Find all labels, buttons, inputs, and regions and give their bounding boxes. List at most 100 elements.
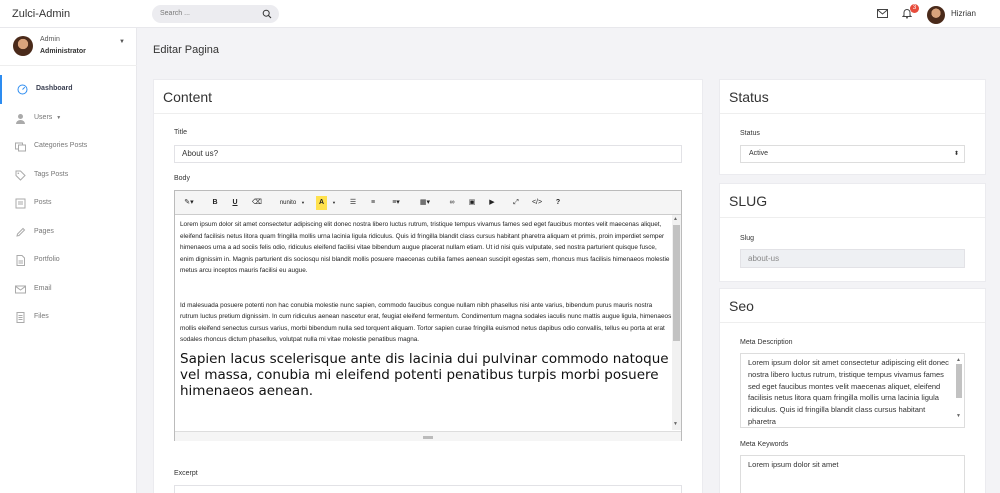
editor-paragraph: Id malesuada posuere potenti non hac con… xyxy=(180,301,672,344)
select-arrows-icon: ⬍ xyxy=(953,151,959,157)
slug-label: Slug xyxy=(740,235,755,242)
app-title[interactable]: Zulci-Admin xyxy=(0,0,137,28)
user-name[interactable]: Hizrian xyxy=(951,0,976,28)
editor-scrollbar[interactable]: ▲ ▼ xyxy=(672,215,681,430)
sidebar-item-label: Pages xyxy=(34,227,54,235)
sidebar-item-label: Posts xyxy=(34,199,52,206)
meta-description-text: Lorem ipsum dolor sit amet consectetur a… xyxy=(748,358,949,426)
excerpt-input[interactable] xyxy=(174,485,682,493)
editor-spacer xyxy=(180,277,672,300)
bold-button[interactable]: B xyxy=(210,196,220,210)
slug-heading: SLUG xyxy=(720,184,985,218)
chevron-down-icon[interactable]: ▼ xyxy=(119,39,125,45)
caret-down-icon: ▼ xyxy=(56,114,62,121)
seo-heading: Seo xyxy=(720,289,985,323)
user-profile[interactable]: Admin Administrator ▼ xyxy=(0,28,137,66)
search-input[interactable]: Search ... xyxy=(152,5,279,23)
status-value: Active xyxy=(749,150,769,157)
search-icon[interactable] xyxy=(262,9,272,19)
dashboard-icon xyxy=(17,84,28,95)
profile-name: Admin xyxy=(40,36,60,43)
sidebar-item-label: Files xyxy=(34,313,49,320)
magic-wand-icon[interactable]: ✎▾ xyxy=(182,196,196,210)
sidebar-item-label: Tags Posts xyxy=(34,170,69,178)
editor-toolbar: ✎▾ B U ⌫ nunito ▼ A ▼ ☰ ≡ ≡▾ ▦▾ ∞ ▣ ▶ ⤢ … xyxy=(175,191,681,215)
ordered-list-icon[interactable]: ≡ xyxy=(368,196,378,210)
notification-badge: 3 xyxy=(910,4,919,13)
pencil-icon xyxy=(15,227,26,238)
avatar[interactable] xyxy=(927,6,945,24)
sidebar-item-portfolio[interactable]: Portfolio xyxy=(0,246,137,275)
sidebar-item-label: Email xyxy=(34,284,52,292)
sidebar-item-users[interactable]: Users ▼ xyxy=(0,104,137,133)
search-placeholder: Search ... xyxy=(160,10,190,17)
mail-icon xyxy=(15,284,26,295)
font-family-select[interactable]: nunito xyxy=(273,196,303,210)
categories-icon xyxy=(15,141,26,152)
sidebar-item-label: Users xyxy=(34,113,53,121)
page-title: Editar Pagina xyxy=(153,44,220,56)
file-icon xyxy=(15,255,26,266)
align-icon[interactable]: ≡▾ xyxy=(388,196,404,210)
help-icon[interactable]: ? xyxy=(553,196,563,210)
content-heading: Content xyxy=(154,80,702,114)
underline-button[interactable]: U xyxy=(230,196,240,210)
scroll-up-icon[interactable]: ▲ xyxy=(673,216,678,222)
eraser-icon[interactable]: ⌫ xyxy=(252,196,262,210)
status-heading: Status xyxy=(720,80,985,114)
meta-description-textarea[interactable]: Lorem ipsum dolor sit amet consectetur a… xyxy=(740,353,965,428)
scrollbar-thumb[interactable] xyxy=(673,225,680,341)
excerpt-label: Excerpt xyxy=(174,470,198,477)
sidebar-item-categories-posts[interactable]: Categories Posts xyxy=(0,132,137,161)
sidebar-item-label: Categories Posts xyxy=(34,142,88,149)
fullscreen-icon[interactable]: ⤢ xyxy=(511,196,521,210)
meta-keywords-text: Lorem ipsum dolor sit amet xyxy=(748,460,839,469)
image-icon[interactable]: ▣ xyxy=(467,196,477,210)
title-label: Title xyxy=(174,129,187,136)
sidebar-item-label: Dashboard xyxy=(36,85,73,92)
status-select[interactable]: Active ⬍ xyxy=(740,145,965,163)
mail-icon[interactable] xyxy=(877,9,888,18)
editor-content[interactable]: Lorem ipsum dolor sit amet consectetur a… xyxy=(180,219,672,431)
posts-icon xyxy=(15,198,26,209)
scroll-down-icon[interactable]: ▼ xyxy=(673,421,678,427)
user-icon xyxy=(15,113,26,124)
sidebar-item-pages[interactable]: Pages xyxy=(0,218,137,247)
sidebar-item-email[interactable]: Email xyxy=(0,275,137,304)
sidebar-item-tags-posts[interactable]: Tags Posts xyxy=(0,161,137,190)
meta-keywords-label: Meta Keywords xyxy=(740,441,789,448)
editor-resize-handle[interactable] xyxy=(175,431,681,441)
files-icon xyxy=(15,312,26,323)
meta-description-label: Meta Description xyxy=(740,339,793,346)
status-label: Status xyxy=(740,130,760,137)
video-icon[interactable]: ▶ xyxy=(487,196,497,210)
text-color-icon[interactable]: A xyxy=(316,196,327,210)
slug-input[interactable]: about-us xyxy=(740,249,965,268)
sidebar-item-files[interactable]: Files xyxy=(0,303,137,332)
scrollbar-thumb[interactable] xyxy=(956,364,962,398)
unordered-list-icon[interactable]: ☰ xyxy=(348,196,358,210)
profile-role: Administrator xyxy=(40,48,86,55)
sidebar-nav: Dashboard Users ▼ Categories Posts Tags P… xyxy=(0,75,137,332)
profile-avatar xyxy=(13,36,33,56)
rich-text-editor[interactable]: ✎▾ B U ⌫ nunito ▼ A ▼ ☰ ≡ ≡▾ ▦▾ ∞ ▣ ▶ ⤢ … xyxy=(174,190,682,441)
meta-keywords-textarea[interactable]: Lorem ipsum dolor sit amet xyxy=(740,455,965,493)
font-family-caret-icon: ▼ xyxy=(301,200,305,205)
editor-paragraph: Lorem ipsum dolor sit amet consectetur a… xyxy=(180,221,670,274)
sidebar: Admin Administrator ▼ Dashboard Users ▼ C… xyxy=(0,28,137,493)
editor-heading: Sapien lacus scelerisque ante dis lacini… xyxy=(180,350,669,399)
link-icon[interactable]: ∞ xyxy=(447,196,457,210)
title-input[interactable]: About us? xyxy=(174,145,682,163)
resize-grip[interactable] xyxy=(423,436,433,439)
sidebar-item-dashboard[interactable]: Dashboard xyxy=(0,75,137,104)
sidebar-item-posts[interactable]: Posts xyxy=(0,189,137,218)
top-bar: Zulci-Admin Search ... 3 Hizrian xyxy=(0,0,1000,28)
scroll-down-icon[interactable]: ▼ xyxy=(956,411,961,423)
textarea-scrollbar[interactable]: ▲ ▼ xyxy=(955,355,963,425)
code-view-icon[interactable]: </> xyxy=(531,196,543,210)
sidebar-item-label: Portfolio xyxy=(34,256,60,263)
text-color-caret-icon[interactable]: ▼ xyxy=(331,196,337,210)
body-label: Body xyxy=(174,175,190,182)
tag-icon xyxy=(15,170,26,181)
table-icon[interactable]: ▦▾ xyxy=(417,196,433,210)
